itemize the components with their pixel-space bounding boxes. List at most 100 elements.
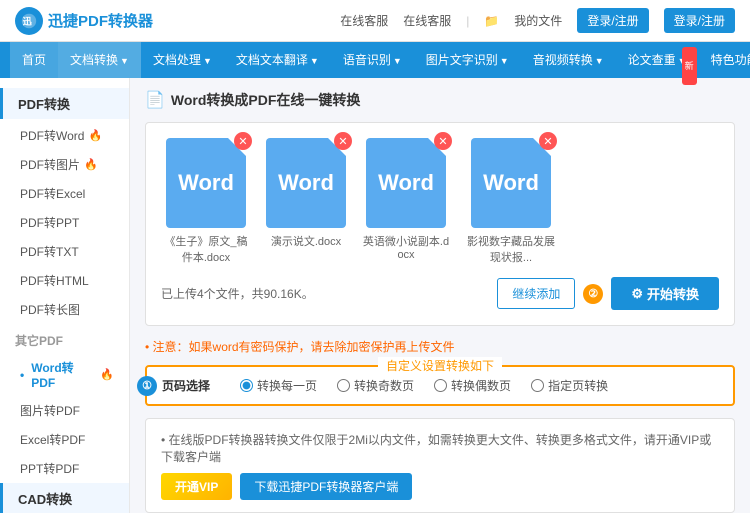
upload-footer: 已上传4个文件，共90.16K。 继续添加 ② ⚙ 开始转换 <box>161 277 719 310</box>
nav-speech[interactable]: 语音识别▼ <box>331 42 414 78</box>
logo-text: 迅捷PDF转换器 <box>48 10 153 31</box>
settings-box: 自定义设置转换如下 页码选择 转换每一页 转换奇数页 转换偶数页 <box>145 365 735 406</box>
nav-ocr[interactable]: 图片文字识别▼ <box>414 42 521 78</box>
fire-icon-2: 🔥 <box>84 158 98 171</box>
upload-actions: 继续添加 ② ⚙ 开始转换 <box>497 277 719 310</box>
word-icon: 📄 <box>145 90 165 110</box>
nav-doc-convert[interactable]: 文档转换▼ <box>58 42 141 78</box>
divider: | <box>466 14 469 28</box>
fire-icon-1: 🔥 <box>88 129 102 142</box>
radio-every-page-input[interactable] <box>240 379 253 392</box>
svg-text:迅: 迅 <box>23 15 32 26</box>
nav-paper-badge: 新 <box>682 47 697 85</box>
file-card-4: ✕ Word 影视数字藏品发展现状报... <box>466 138 556 265</box>
my-files-link[interactable]: 我的文件 <box>514 12 562 29</box>
sidebar-section-other: 其它PDF <box>0 324 129 353</box>
sidebar-item-word-pdf[interactable]: •Word转PDF🔥 <box>0 353 129 396</box>
nav-home[interactable]: 首页 <box>10 42 58 78</box>
radio-specific-page-input[interactable] <box>531 379 544 392</box>
nav-special[interactable]: 特色功能▼ <box>699 42 750 78</box>
sidebar-item-img-pdf[interactable]: 图片转PDF <box>0 396 129 425</box>
online-support-link[interactable]: 在线客服 <box>340 12 388 29</box>
file-name-4: 影视数字藏品发展现状报... <box>466 233 556 265</box>
nav-av-arrow: ▼ <box>595 56 604 66</box>
settings-row: 页码选择 转换每一页 转换奇数页 转换偶数页 <box>162 377 718 394</box>
header-right: 在线客服 在线客服 | 📁 我的文件 登录/注册 登录/注册 <box>340 8 735 33</box>
nav-paper[interactable]: 论文查重▼ 新 <box>616 42 699 78</box>
sidebar-item-excel-pdf[interactable]: Excel转PDF <box>0 425 129 454</box>
nav-doc-convert-arrow: ▼ <box>120 56 129 66</box>
login-register-button[interactable]: 登录/注册 <box>664 8 735 33</box>
settings-title: 自定义设置转换如下 <box>378 357 502 374</box>
warning-dot: • <box>145 340 153 354</box>
file-close-2[interactable]: ✕ <box>334 132 352 150</box>
file-icon-2: ✕ Word <box>266 138 346 228</box>
nav-translate[interactable]: 文档文本翻译▼ <box>224 42 331 78</box>
my-files-icon: 📁 <box>484 14 499 28</box>
page-title: 📄 Word转换成PDF在线一键转换 <box>145 90 735 110</box>
upload-info: 已上传4个文件，共90.16K。 <box>161 285 314 302</box>
settings-label: 页码选择 <box>162 377 210 394</box>
step-circle-1: ① <box>137 376 157 396</box>
sidebar-item-ppt-pdf[interactable]: PPT转PDF <box>0 454 129 483</box>
content-area: 📄 Word转换成PDF在线一键转换 ✕ Word 《生子》原文_稿件本.doc… <box>130 78 750 513</box>
radio-even-page-input[interactable] <box>434 379 447 392</box>
file-card-1: ✕ Word 《生子》原文_稿件本.docx <box>161 138 251 265</box>
sidebar-item-pdf-img[interactable]: PDF转图片🔥 <box>0 150 129 179</box>
file-close-1[interactable]: ✕ <box>234 132 252 150</box>
sidebar-item-pdf-html[interactable]: PDF转HTML <box>0 266 129 295</box>
sidebar: PDF转换 PDF转Word🔥 PDF转图片🔥 PDF转Excel PDF转PP… <box>0 78 130 513</box>
sidebar-item-pdf-word[interactable]: PDF转Word🔥 <box>0 121 129 150</box>
file-icon-1: ✕ Word <box>166 138 246 228</box>
convert-icon: ⚙ <box>631 286 643 302</box>
add-more-button[interactable]: 继续添加 <box>497 278 575 309</box>
file-card-2: ✕ Word 演示说文.docx <box>266 138 346 249</box>
active-dot: • <box>20 368 24 382</box>
nav-ocr-arrow: ▼ <box>500 56 509 66</box>
logo: 迅 迅捷PDF转换器 <box>15 7 153 35</box>
file-name-2: 演示说文.docx <box>271 233 341 249</box>
nav-av-convert[interactable]: 音视频转换▼ <box>521 42 616 78</box>
file-name-1: 《生子》原文_稿件本.docx <box>161 233 251 265</box>
online-support-text[interactable]: 在线客服 <box>403 12 451 29</box>
file-word-label-4: Word <box>483 170 539 196</box>
radio-odd-page-input[interactable] <box>337 379 350 392</box>
files-row: ✕ Word 《生子》原文_稿件本.docx ✕ Word 演示说文.docx <box>161 138 719 265</box>
file-word-label-3: Word <box>378 170 434 196</box>
sidebar-item-pdf-ppt[interactable]: PDF转PPT <box>0 208 129 237</box>
vip-buttons: 开通VIP 下载迅捷PDF转换器客户端 <box>161 473 719 500</box>
sidebar-section-pdf: PDF转换 <box>0 88 129 119</box>
radio-odd-page[interactable]: 转换奇数页 <box>337 377 414 394</box>
settings-wrapper: ① 自定义设置转换如下 页码选择 转换每一页 转换奇数页 转换偶数页 <box>145 365 735 406</box>
nav-translate-arrow: ▼ <box>310 56 319 66</box>
main-layout: PDF转换 PDF转Word🔥 PDF转图片🔥 PDF转Excel PDF转PP… <box>0 78 750 513</box>
sidebar-item-pdf-excel[interactable]: PDF转Excel <box>0 179 129 208</box>
file-icon-4: ✕ Word <box>471 138 551 228</box>
convert-button[interactable]: ⚙ 开始转换 <box>611 277 719 310</box>
sidebar-item-pdf-longimg[interactable]: PDF转长图 <box>0 295 129 324</box>
nav-speech-arrow: ▼ <box>393 56 402 66</box>
radio-specific-page[interactable]: 指定页转换 <box>531 377 608 394</box>
logo-icon: 迅 <box>15 7 43 35</box>
file-name-3: 英语微小说副本.docx <box>361 233 451 261</box>
file-close-3[interactable]: ✕ <box>434 132 452 150</box>
file-close-4[interactable]: ✕ <box>539 132 557 150</box>
login-button[interactable]: 登录/注册 <box>577 8 648 33</box>
file-card-3: ✕ Word 英语微小说副本.docx <box>361 138 451 261</box>
radio-every-page[interactable]: 转换每一页 <box>240 377 317 394</box>
vip-row: • 在线版PDF转换器转换文件仅限于2Mi以内文件，如需转换更大文件、转换更多格… <box>161 431 719 465</box>
download-client-button[interactable]: 下载迅捷PDF转换器客户端 <box>240 473 412 500</box>
sidebar-item-pdf-txt[interactable]: PDF转TXT <box>0 237 129 266</box>
file-word-label-2: Word <box>278 170 334 196</box>
main-nav: 首页 文档转换▼ 文档处理▼ 文档文本翻译▼ 语音识别▼ 图片文字识别▼ 音视频… <box>0 42 750 78</box>
step-circle-2: ② <box>583 284 603 304</box>
radio-even-page[interactable]: 转换偶数页 <box>434 377 511 394</box>
vip-note: • 在线版PDF转换器转换文件仅限于2Mi以内文件，如需转换更大文件、转换更多格… <box>161 431 719 465</box>
upload-area: ✕ Word 《生子》原文_稿件本.docx ✕ Word 演示说文.docx <box>145 122 735 326</box>
nav-doc-process[interactable]: 文档处理▼ <box>141 42 224 78</box>
file-icon-3: ✕ Word <box>366 138 446 228</box>
app-header: 迅 迅捷PDF转换器 在线客服 在线客服 | 📁 我的文件 登录/注册 登录/注… <box>0 0 750 42</box>
vip-area: • 在线版PDF转换器转换文件仅限于2Mi以内文件，如需转换更大文件、转换更多格… <box>145 418 735 513</box>
fire-icon-3: 🔥 <box>100 368 114 381</box>
open-vip-button[interactable]: 开通VIP <box>161 473 232 500</box>
